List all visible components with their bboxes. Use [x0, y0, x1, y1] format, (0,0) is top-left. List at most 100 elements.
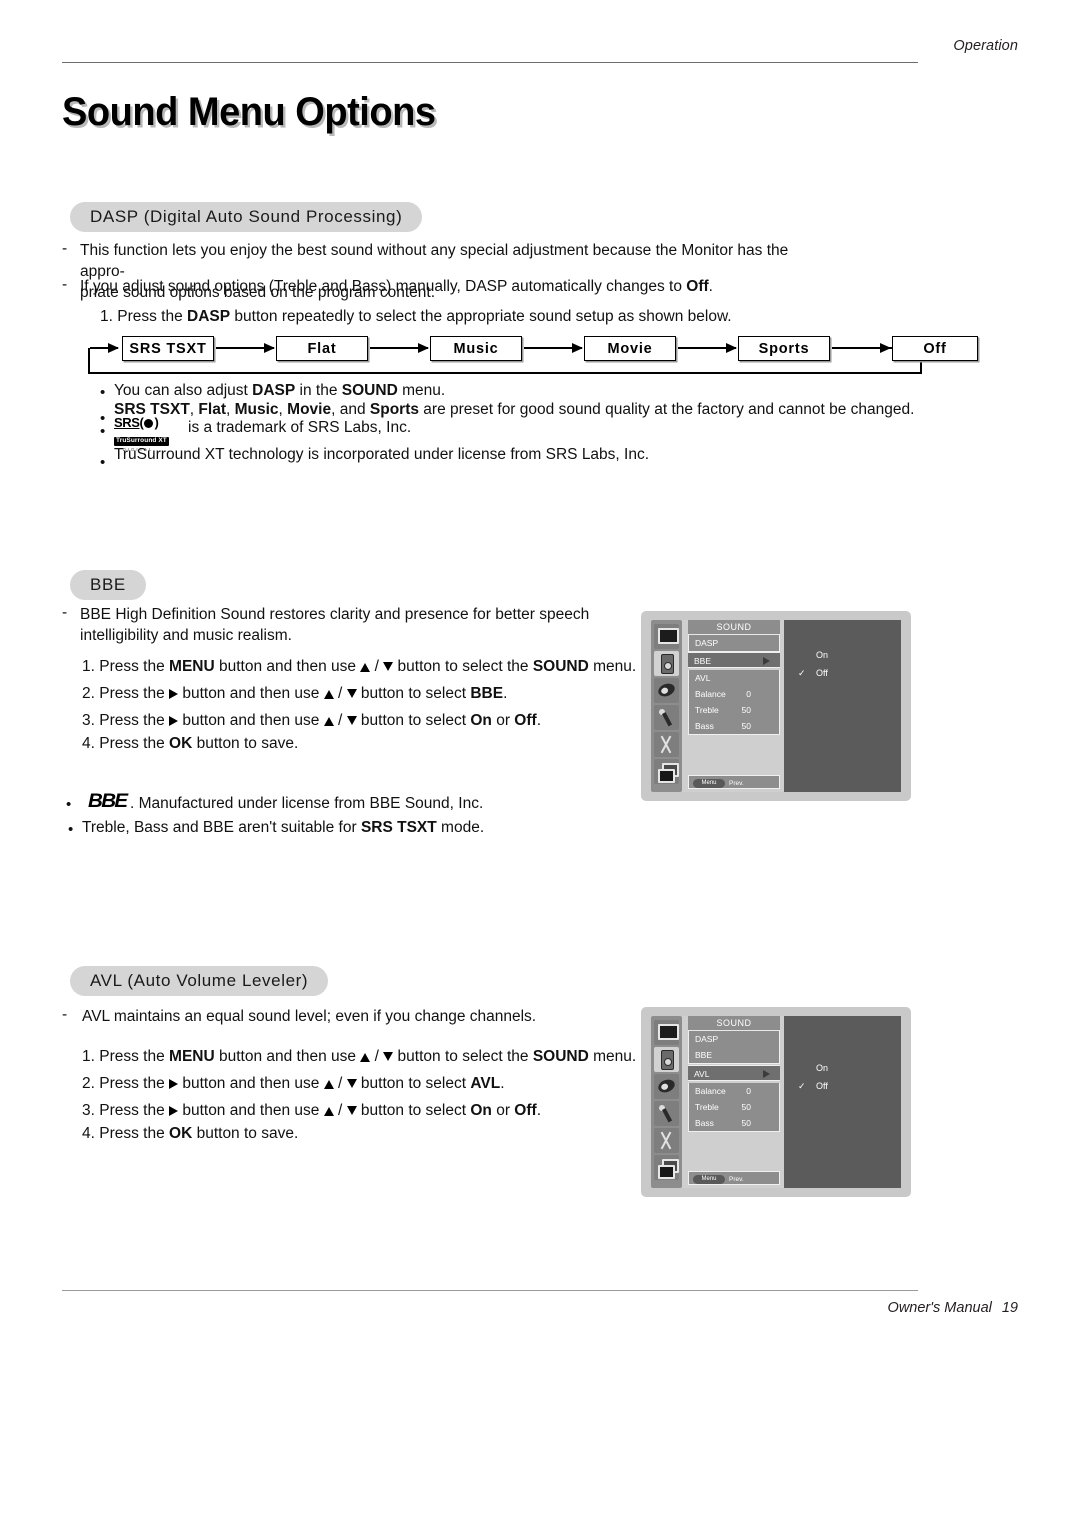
footer: Owner's Manual 19: [888, 1300, 1018, 1316]
osd-item-value: 0: [746, 1086, 751, 1096]
osd-option-on[interactable]: On: [816, 1063, 828, 1073]
osd-item-value: 50: [741, 705, 751, 715]
osd-prev-label[interactable]: Prev.: [729, 1175, 744, 1184]
timer-icon[interactable]: [654, 1074, 679, 1099]
osd-menu-button[interactable]: Menu: [693, 1174, 725, 1184]
dasp-bullet-2h: , and: [331, 401, 370, 418]
srs-tsxt-emphasis: SRS TSXT: [360, 819, 437, 836]
osd-prev-label[interactable]: Prev.: [729, 779, 744, 788]
bbe-step-3: 3. Press the button and then use / butto…: [82, 712, 541, 729]
osd-item-treble[interactable]: Treble 50: [689, 1099, 779, 1115]
bullet-dot: •: [100, 384, 106, 401]
avl-step-1f: menu.: [588, 1048, 637, 1065]
flow-arrow-5: [832, 342, 891, 353]
avl-step-3b: button and then use: [178, 1102, 324, 1119]
screen-icon[interactable]: [654, 1155, 679, 1180]
header-section-label: Operation: [953, 38, 1018, 54]
osd-item-label: BBE: [695, 1050, 713, 1060]
osd-item-value: 50: [741, 1118, 751, 1128]
bbe-step-4c: button to save.: [192, 735, 299, 752]
dasp-step-1: 1. Press the DASP button repeatedly to s…: [100, 308, 732, 326]
picture-icon[interactable]: [654, 624, 679, 649]
osd-option-off[interactable]: Off: [816, 668, 828, 678]
osd-item-bbe-selected[interactable]: BBE: [688, 652, 780, 668]
bbe-note-2a: Treble, Bass and BBE aren't suitable for: [82, 819, 361, 836]
srs-circle-icon: [144, 419, 154, 429]
osd-menu-button[interactable]: Menu: [693, 778, 725, 788]
osd-item-bass[interactable]: Bass 50: [689, 1115, 779, 1131]
osd-menu-group-lower: AVL Balance 0 Treble 50 Bass 50: [688, 670, 780, 735]
osd-item-label: Treble: [695, 705, 719, 715]
on-emphasis: On: [470, 1102, 492, 1119]
dasp-button-emphasis: DASP: [187, 308, 231, 325]
bbe-logo: BBE: [88, 791, 128, 812]
sound-menu-emphasis: SOUND: [532, 1048, 589, 1065]
osd-item-label: Treble: [695, 1102, 719, 1112]
avl-desc-line-1: AVL maintains an equal sound level; even…: [82, 1008, 537, 1025]
dasp-intro-line-2a: If you adjust sound options (Treble and …: [80, 278, 687, 295]
dasp-bullet-2: SRS TSXT, Flat, Music, Movie, and Sports…: [114, 401, 914, 419]
osd-item-value: 50: [741, 1102, 751, 1112]
manual-page: Operation Sound Menu Options DASP (Digit…: [0, 0, 1080, 1528]
osd-item-label: BBE: [694, 656, 712, 666]
avl-step-2e: .: [500, 1075, 505, 1092]
screen-icon[interactable]: [654, 759, 679, 784]
dasp-intro-line-1a: This function lets you enjoy the best so…: [80, 242, 789, 280]
dasp-bullet-1: You can also adjust DASP in the SOUND me…: [114, 382, 445, 400]
timer-icon[interactable]: [654, 678, 679, 703]
dasp-bullet-2c: Flat: [198, 401, 226, 418]
bullet-dot: •: [100, 454, 106, 471]
sound-menu-emphasis: SOUND: [532, 658, 589, 675]
special-icon[interactable]: [654, 1128, 679, 1153]
osd-item-bbe[interactable]: BBE: [689, 1047, 779, 1063]
osd-item-avl[interactable]: AVL: [689, 670, 779, 686]
bbe-step-3e: or: [491, 712, 515, 729]
avl-step-1d: button to select the: [393, 1048, 533, 1065]
arrow-down-icon: [383, 1052, 394, 1061]
bbe-step-1-number: 1.: [82, 658, 95, 675]
avl-step-3: 3. Press the button and then use / butto…: [82, 1102, 541, 1119]
osd-menu-group-lower: Balance 0 Treble 50 Bass 50: [688, 1083, 780, 1132]
setup-icon[interactable]: [654, 1101, 679, 1126]
osd-menu-title: SOUND: [688, 1016, 780, 1031]
flow-arrow-1: [216, 342, 275, 353]
ok-button-emphasis: OK: [169, 1125, 193, 1142]
arrow-down-icon: [383, 662, 394, 671]
osd-item-value: 0: [746, 689, 751, 699]
trusurround-xt-badge: TruSurround XT: [114, 436, 169, 446]
arrow-up-icon: [323, 1080, 334, 1089]
arrow-down-icon: [346, 716, 357, 725]
arrow-up-icon: [360, 1053, 371, 1062]
dasp-bullet-1c: in the: [295, 382, 342, 399]
osd-item-dasp[interactable]: DASP: [689, 635, 779, 651]
footer-divider: [62, 1290, 918, 1291]
osd-item-balance[interactable]: Balance 0: [689, 1083, 779, 1099]
avl-step-2-number: 2.: [82, 1075, 95, 1092]
flow-arrow-4: [678, 342, 737, 353]
menu-button-emphasis: MENU: [169, 1048, 215, 1065]
dasp-off-emphasis: Off: [686, 278, 709, 295]
osd-item-balance[interactable]: Balance 0: [689, 686, 779, 702]
section-heading-bbe: BBE: [70, 570, 146, 600]
picture-icon[interactable]: [654, 1020, 679, 1045]
osd-item-treble[interactable]: Treble 50: [689, 702, 779, 718]
osd-checkmark-icon: ✓: [798, 668, 806, 678]
osd-item-dasp[interactable]: DASP: [689, 1031, 779, 1047]
osd-item-avl-selected[interactable]: AVL: [688, 1065, 780, 1081]
dash-marker: -: [62, 604, 68, 621]
osd-option-on[interactable]: On: [816, 650, 828, 660]
osd-option-off[interactable]: Off: [816, 1081, 828, 1091]
sound-icon[interactable]: [654, 1047, 679, 1072]
osd-item-value: 50: [741, 721, 751, 731]
osd-menu-group-top: DASP: [688, 635, 780, 652]
osd-menu-group-top: DASP BBE: [688, 1031, 780, 1064]
setup-icon[interactable]: [654, 705, 679, 730]
special-icon[interactable]: [654, 732, 679, 757]
sound-icon[interactable]: [654, 651, 679, 676]
avl-step-2: 2. Press the button and then use / butto…: [82, 1075, 505, 1092]
avl-step-4c: button to save.: [192, 1125, 299, 1142]
osd-item-bass[interactable]: Bass 50: [689, 718, 779, 734]
osd-item-label: AVL: [695, 673, 711, 683]
off-emphasis: Off: [514, 1102, 537, 1119]
dasp-intro-line-2c: .: [708, 278, 713, 295]
